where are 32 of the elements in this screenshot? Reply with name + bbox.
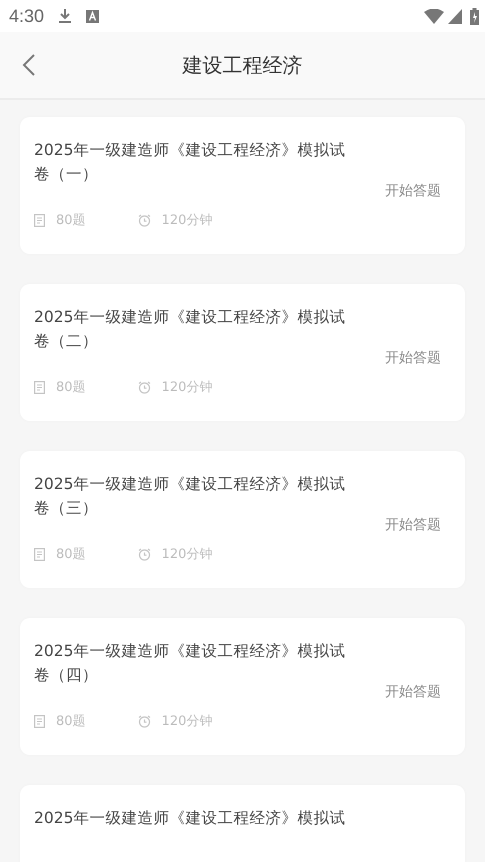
document-icon	[34, 380, 45, 394]
app-notification-icon	[86, 10, 100, 22]
paper-title: 2025年一级建造师《建设工程经济》模拟试卷（三）	[34, 474, 346, 519]
document-icon	[34, 714, 45, 728]
paper-title: 2025年一级建造师《建设工程经济》模拟试	[34, 808, 346, 829]
question-count: 80题	[56, 212, 86, 229]
alarm-clock-icon	[138, 714, 151, 728]
duration: 120分钟	[162, 713, 212, 730]
duration: 120分钟	[162, 379, 212, 396]
alarm-clock-icon	[138, 380, 151, 394]
start-answering-button[interactable]: 开始答题	[385, 516, 441, 534]
start-answering-button[interactable]: 开始答题	[385, 182, 441, 200]
duration: 120分钟	[162, 212, 212, 229]
document-icon	[34, 548, 45, 560]
wifi-icon	[424, 8, 444, 24]
paper-title: 2025年一级建造师《建设工程经济》模拟试卷（一）	[34, 140, 346, 185]
download-icon	[58, 8, 72, 24]
question-count: 80题	[56, 379, 86, 396]
status-time: 4:30	[9, 6, 44, 26]
paper-title: 2025年一级建造师《建设工程经济》模拟试卷（四）	[34, 641, 346, 686]
document-icon	[34, 214, 45, 226]
duration: 120分钟	[162, 546, 212, 563]
signal-icon	[448, 8, 462, 24]
start-answering-button[interactable]: 开始答题	[385, 349, 441, 367]
battery-icon	[470, 8, 479, 24]
question-count: 80题	[56, 713, 86, 730]
paper-title: 2025年一级建造师《建设工程经济》模拟试卷（二）	[34, 307, 346, 352]
alarm-clock-icon	[138, 214, 151, 226]
alarm-clock-icon	[138, 548, 151, 560]
question-count: 80题	[56, 546, 86, 563]
start-answering-button[interactable]: 开始答题	[385, 683, 441, 701]
page-title: 建设工程经济	[182, 52, 302, 76]
